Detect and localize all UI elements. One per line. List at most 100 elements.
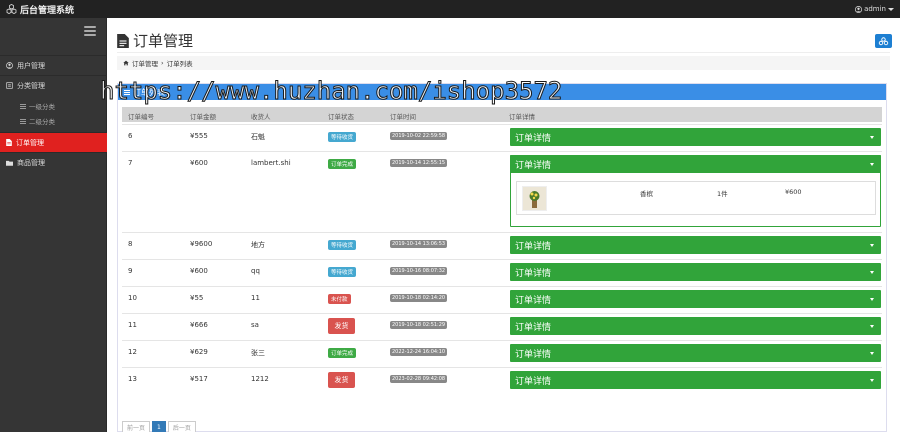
order-time: 2022-12-24 16:04:10	[390, 348, 448, 356]
order-id: 6	[128, 132, 133, 140]
caret-down-icon	[870, 136, 874, 139]
order-time: 2019-10-14 13:06:53	[390, 240, 448, 248]
table-row: 13 ¥517 1212 发货 2023-02-28 09:42:08 订单详情	[122, 367, 882, 394]
title-divider	[117, 52, 890, 53]
table-row: 12 ¥629 张三 订单完成 2022-12-24 16:04:10 订单详情	[122, 340, 882, 366]
caret-down-icon	[870, 325, 874, 328]
ship-button[interactable]: 发货	[328, 372, 355, 388]
breadcrumb-separator: ›	[161, 59, 164, 67]
orders-panel: 订单列表 订单编号 订单金额 收货人 订单状态 订单时间 订单详情 6 ¥555…	[117, 83, 887, 432]
home-icon	[123, 60, 129, 66]
list-icon	[20, 103, 26, 109]
caret-down-icon	[870, 298, 874, 301]
order-id: 8	[128, 240, 133, 248]
user-icon	[6, 62, 13, 69]
order-amount: ¥600	[190, 159, 208, 167]
order-amount: ¥9600	[190, 240, 213, 248]
col-header: 订单状态	[328, 113, 354, 121]
sidebar-subitem-label: 二级分类	[29, 118, 55, 126]
detail-label: 订单详情	[515, 241, 552, 252]
order-detail-expanded: 订单详情 香槟 1件 ¥600	[510, 155, 881, 227]
order-detail-button[interactable]: 订单详情	[510, 236, 881, 254]
detail-label: 订单详情	[515, 133, 552, 144]
order-receiver: qq	[251, 267, 260, 275]
order-receiver: lambert.shi	[251, 159, 291, 167]
table-row: 7 ¥600 lambert.shi 订单完成 2019-10-14 12:55…	[122, 151, 882, 231]
sidebar-item-categories[interactable]: 分类管理	[0, 75, 107, 95]
table-row: 10 ¥55 11 未付款 2019-10-18 02:14:20 订单详情	[122, 286, 882, 312]
product-line: 香槟 1件 ¥600	[516, 181, 876, 215]
product-price: ¥600	[785, 188, 802, 196]
order-detail-button[interactable]: 订单详情	[510, 263, 881, 281]
product-image	[522, 186, 547, 211]
user-name: admin	[864, 5, 886, 13]
sidebar-item-label: 用户管理	[17, 61, 45, 70]
user-menu[interactable]: admin	[855, 5, 894, 13]
pagination: 前一页 1 后一页	[122, 421, 196, 432]
status-badge: 等待收货	[328, 240, 357, 250]
order-receiver: 石魁	[251, 133, 265, 141]
order-id: 12	[128, 348, 137, 356]
sidebar-subitem-level2[interactable]: 二级分类	[20, 116, 55, 126]
prev-page-button[interactable]: 前一页	[122, 421, 151, 432]
order-receiver: 地方	[251, 241, 265, 249]
order-detail-button[interactable]: 订单详情	[510, 155, 881, 173]
detail-label: 订单详情	[515, 268, 552, 279]
category-icon	[6, 82, 13, 89]
caret-down-icon	[888, 7, 894, 11]
page-button[interactable]: 1	[152, 421, 166, 432]
order-time: 2019-10-18 02:14:20	[390, 294, 448, 302]
breadcrumb-root[interactable]: 订单管理	[132, 58, 158, 68]
col-header: 收货人	[251, 113, 271, 121]
order-id: 10	[128, 294, 137, 302]
col-header: 订单金额	[190, 113, 216, 121]
sidebar-subitem-level1[interactable]: 一级分类	[20, 101, 55, 111]
status-badge: 等待收货	[328, 132, 357, 142]
sidebar-item-orders[interactable]: 订单管理	[0, 132, 107, 152]
order-time: 2019-10-18 02:51:29	[390, 321, 448, 329]
caret-down-icon	[870, 379, 874, 382]
sidebar-item-label: 商品管理	[17, 158, 45, 167]
order-amount: ¥629	[190, 348, 208, 356]
order-id: 7	[128, 159, 133, 167]
order-detail-button[interactable]: 订单详情	[510, 344, 881, 362]
folder-icon	[6, 160, 13, 166]
col-header: 订单时间	[390, 113, 416, 121]
order-detail-button[interactable]: 订单详情	[510, 290, 881, 308]
detail-label: 订单详情	[515, 160, 552, 171]
status-badge: 等待收货	[328, 267, 357, 277]
order-id: 13	[128, 375, 137, 383]
order-detail-button[interactable]: 订单详情	[510, 317, 881, 335]
order-detail-button[interactable]: 订单详情	[510, 371, 881, 389]
order-amount: ¥517	[190, 375, 208, 383]
ship-button[interactable]: 发货	[328, 318, 355, 334]
settings-button[interactable]	[875, 34, 892, 48]
list-icon	[20, 118, 26, 124]
product-name: 香槟	[640, 190, 653, 198]
brand[interactable]: 后台管理系统	[6, 3, 74, 16]
order-id: 9	[128, 267, 133, 275]
status-badge: 订单完成	[328, 348, 357, 358]
order-amount: ¥666	[190, 321, 208, 329]
status-badge: 订单完成	[328, 159, 357, 169]
order-receiver: 11	[251, 294, 260, 302]
next-page-button[interactable]: 后一页	[167, 421, 196, 432]
user-circle-icon	[855, 5, 863, 13]
detail-label: 订单详情	[515, 322, 552, 333]
cubes-icon	[6, 4, 17, 14]
sidebar-item-users[interactable]: 用户管理	[0, 55, 107, 75]
order-detail-button[interactable]: 订单详情	[510, 128, 881, 146]
order-receiver: sa	[251, 321, 259, 329]
order-amount: ¥600	[190, 267, 208, 275]
col-header: 订单编号	[128, 113, 154, 121]
brand-title: 后台管理系统	[20, 5, 75, 16]
menu-toggle-icon[interactable]	[84, 26, 96, 36]
top-navbar: 后台管理系统 admin	[0, 0, 900, 18]
sidebar-subitem-label: 一级分类	[29, 103, 55, 111]
detail-label: 订单详情	[515, 349, 552, 360]
breadcrumb-current: 订单列表	[166, 60, 193, 68]
order-receiver: 1212	[251, 375, 269, 383]
cubes-icon	[878, 36, 889, 45]
order-time: 2019-10-02 22:59:58	[390, 132, 448, 140]
sidebar-item-products[interactable]: 商品管理	[0, 152, 107, 172]
